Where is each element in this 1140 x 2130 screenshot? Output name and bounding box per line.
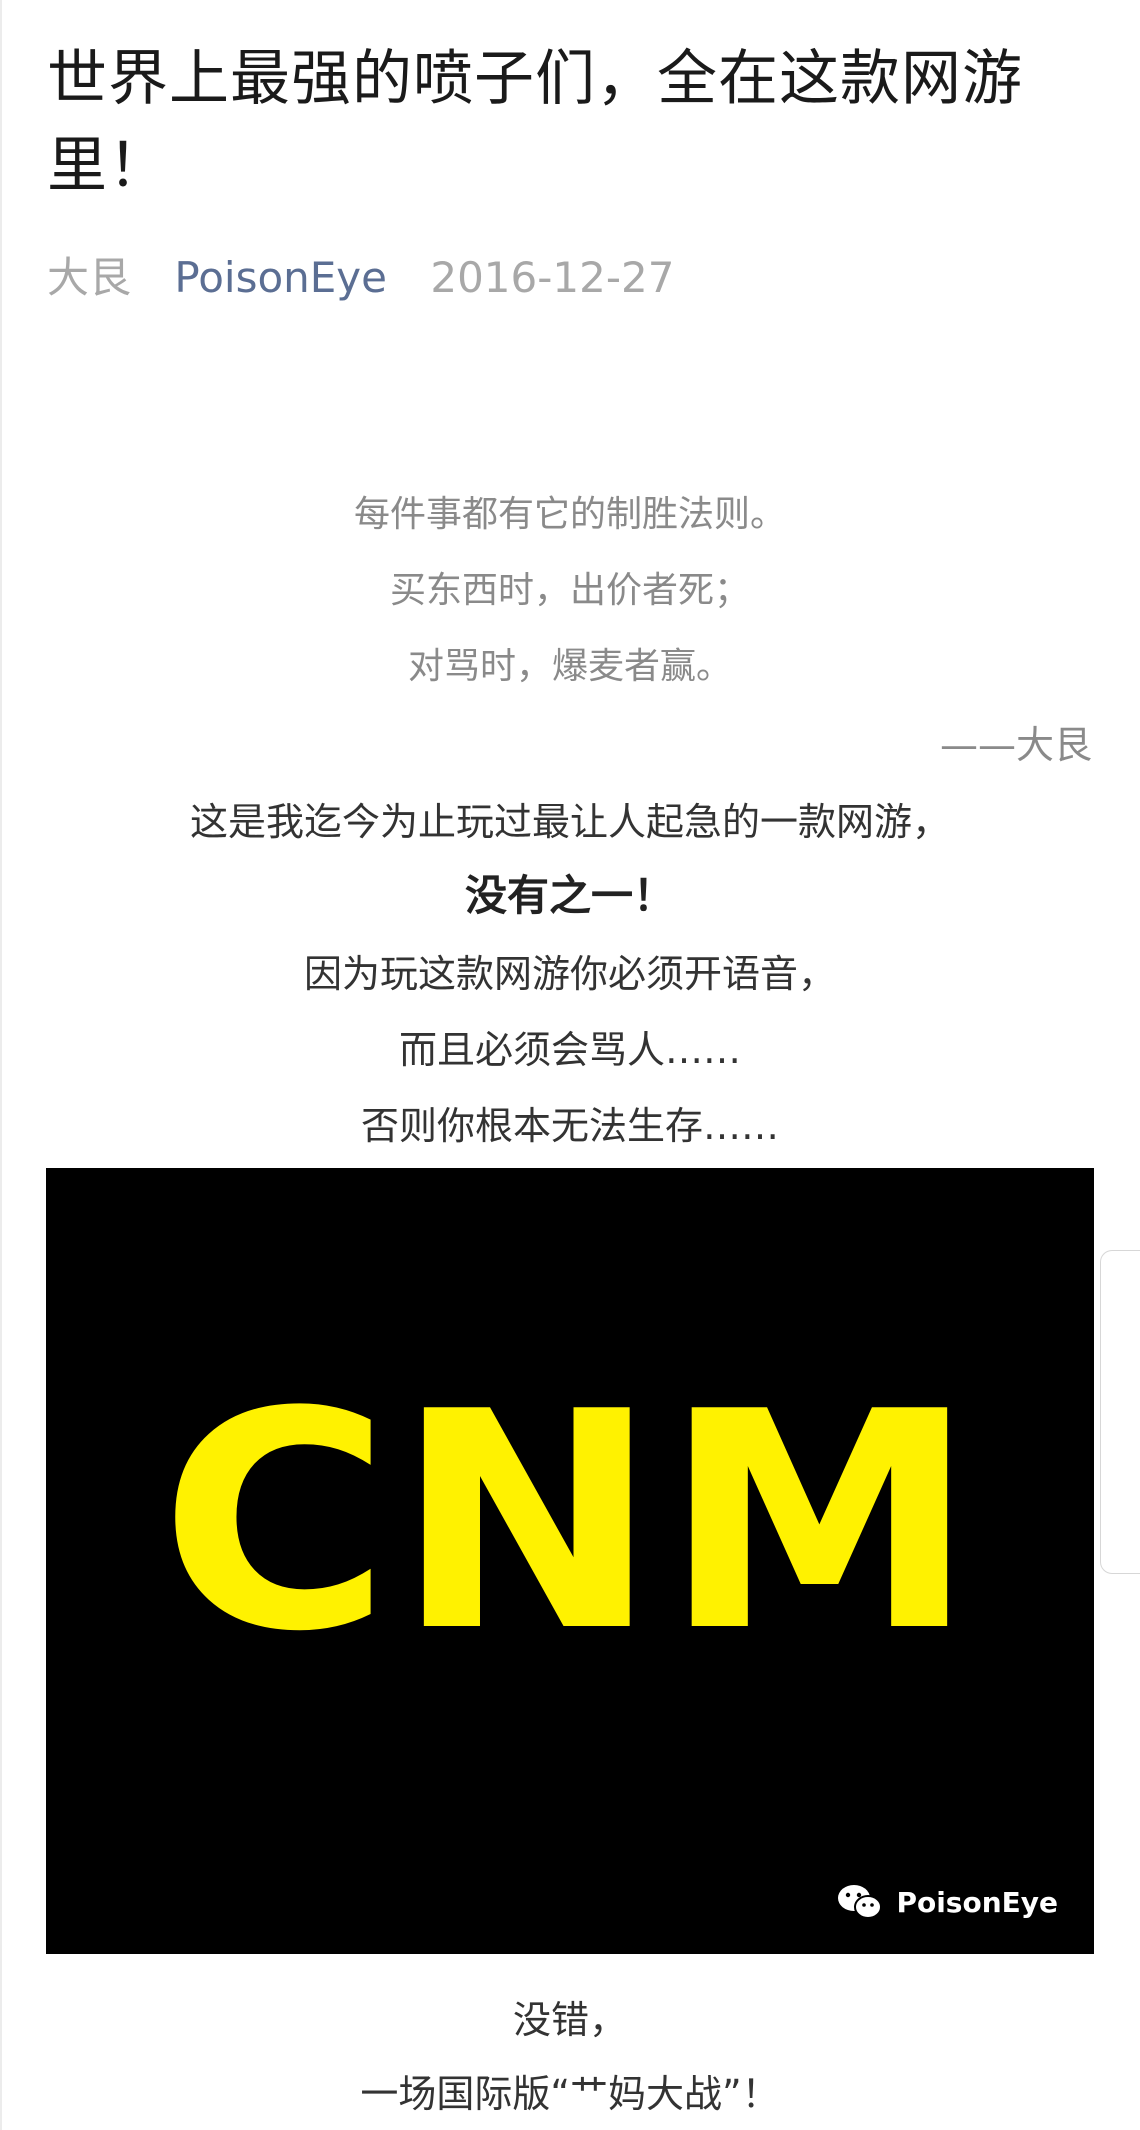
quote-signature: ——大艮 — [939, 723, 1092, 767]
side-float-tab[interactable] — [1100, 1250, 1140, 1574]
article-meta: 大艮 PoisonEye 2016-12-27 — [47, 250, 704, 306]
body-paragraph: 一场国际版“艹妈大战”！ — [360, 2072, 780, 2116]
image-watermark: PoisonEye — [836, 1882, 1058, 1922]
body-paragraph-emphasis: 没有之一！ — [464, 871, 675, 920]
body-paragraph: 而且必须会骂人…… — [398, 1028, 741, 1072]
quote-line: 买东西时，出价者死； — [389, 570, 750, 611]
publish-date: 2016-12-27 — [430, 253, 675, 302]
article: 世界上最强的喷子们，全在这款网游里！ 大艮 PoisonEye 2016-12-… — [0, 0, 1140, 2130]
image-caption-text: CNM — [159, 1348, 981, 1697]
account-link[interactable]: PoisonEye — [174, 253, 387, 302]
quote-line: 每件事都有它的制胜法则。 — [353, 494, 786, 535]
watermark-text: PoisonEye — [896, 1885, 1058, 1919]
body-paragraph: 否则你根本无法生存…… — [360, 1104, 779, 1148]
body-paragraph: 因为玩这款网游你必须开语音， — [303, 952, 836, 996]
author-name: 大艮 — [47, 253, 132, 302]
body-paragraph: 这是我迄今为止玩过最让人起急的一款网游， — [189, 800, 950, 844]
body-paragraph: 没错， — [512, 1998, 627, 2042]
quote-line: 对骂时，爆麦者赢。 — [407, 646, 732, 687]
article-title: 世界上最强的喷子们，全在这款网游里！ — [47, 44, 1023, 201]
wechat-icon — [836, 1882, 884, 1922]
article-image[interactable]: CNM PoisonEye — [46, 1168, 1094, 1954]
